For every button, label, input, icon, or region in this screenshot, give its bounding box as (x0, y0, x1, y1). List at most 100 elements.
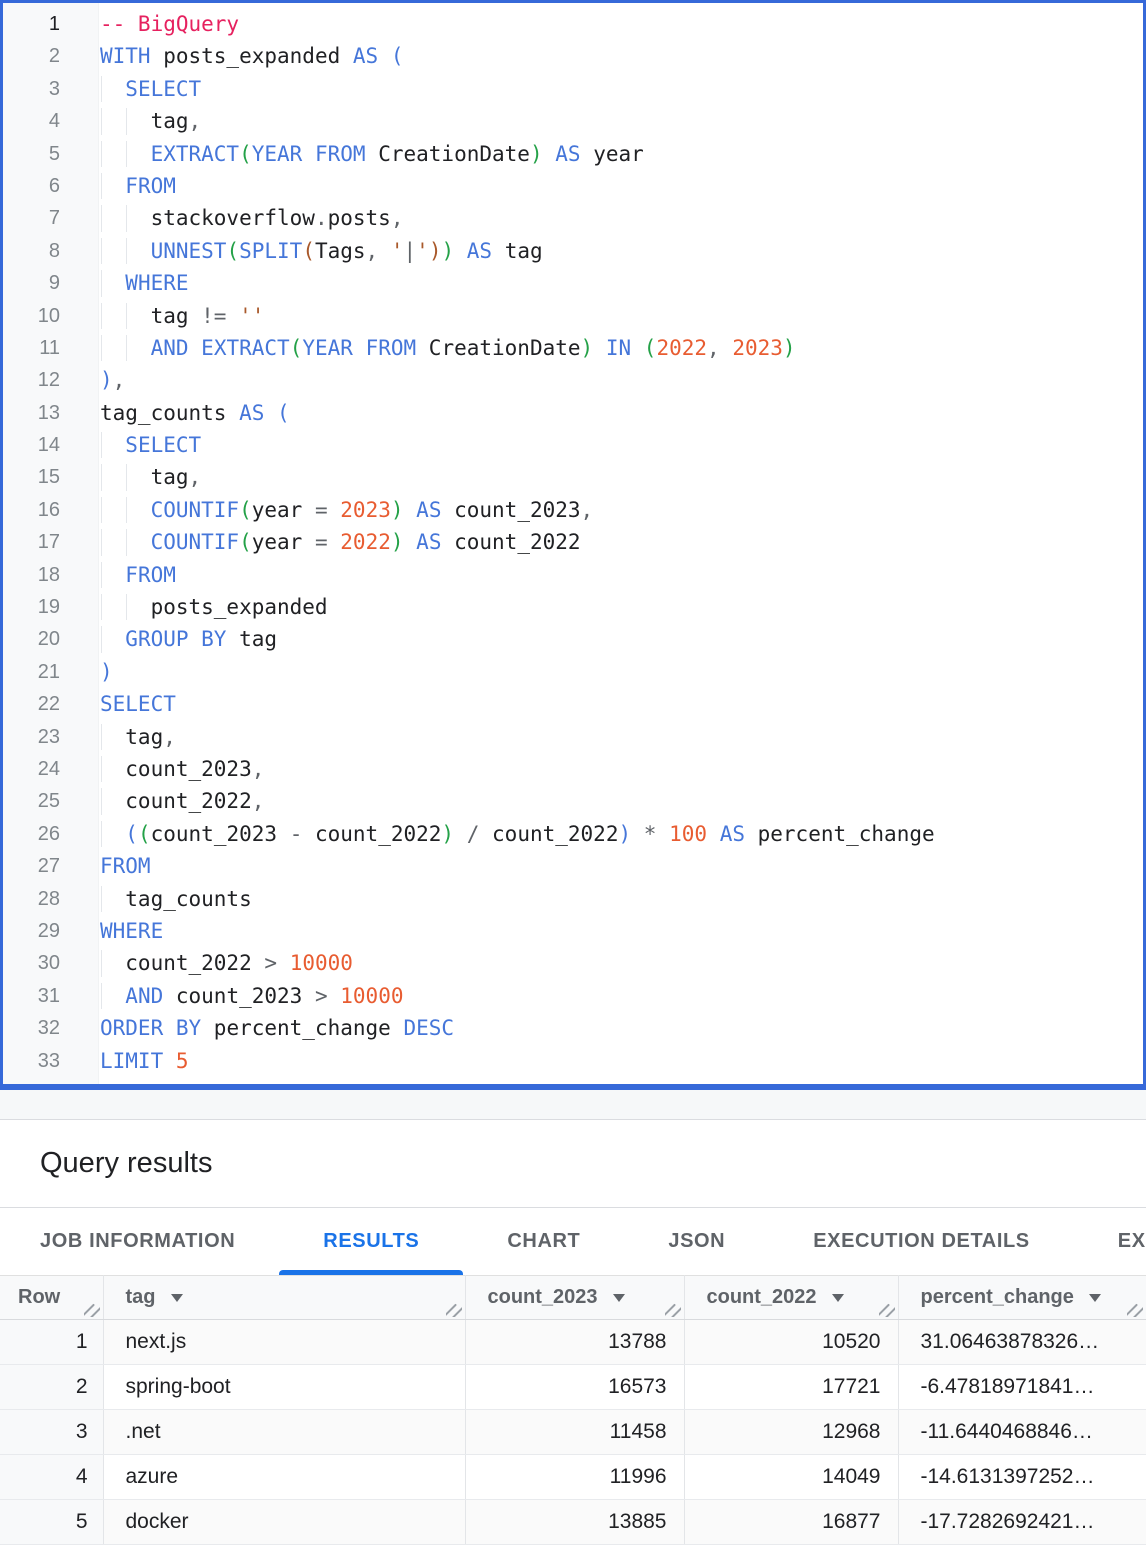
cell-count_2023: 11996 (465, 1455, 684, 1500)
indent-guide (126, 108, 127, 134)
tab-json[interactable]: JSON (624, 1208, 769, 1275)
code-line-text: count_2022 > 10000 (98, 947, 1143, 979)
tab-execution-details[interactable]: EXECUTION DETAILS (769, 1208, 1074, 1275)
code-line: 4 tag, (3, 105, 1143, 137)
code-line-text: ), (98, 364, 1143, 396)
code-line: 26 ((count_2023 - count_2022) / count_20… (3, 818, 1143, 850)
divider-band (0, 1090, 1146, 1120)
indent-guide (101, 756, 102, 782)
results-table-header: Rowtagcount_2023count_2022percent_change (0, 1276, 1146, 1320)
line-number: 13 (3, 397, 98, 429)
tab-execution-graph[interactable]: EXECUTION GRAPH (1074, 1208, 1146, 1275)
cell-count_2022: 16877 (684, 1500, 898, 1545)
line-number: 11 (3, 332, 98, 364)
code-line-text: SELECT (98, 73, 1143, 105)
column-header-row[interactable]: Row (0, 1276, 103, 1320)
column-resize-grip[interactable] (665, 1302, 681, 1317)
line-number: 3 (3, 73, 98, 105)
indent-guide (101, 562, 102, 588)
column-resize-grip[interactable] (446, 1302, 462, 1317)
column-menu-icon[interactable] (832, 1294, 844, 1302)
code-line-text: tag, (98, 721, 1143, 753)
cell-count_2022: 14049 (684, 1455, 898, 1500)
code-line-text: WITH posts_expanded AS ( (98, 40, 1143, 72)
tab-chart[interactable]: CHART (463, 1208, 624, 1275)
column-header-tag[interactable]: tag (103, 1276, 465, 1320)
line-number: 1 (3, 8, 98, 40)
indent-guide (101, 594, 102, 620)
indent-guide (101, 626, 102, 652)
code-line: 22SELECT (3, 688, 1143, 720)
code-line: 7 stackoverflow.posts, (3, 202, 1143, 234)
line-number: 26 (3, 818, 98, 850)
code-line-text: WHERE (98, 267, 1143, 299)
line-number: 24 (3, 753, 98, 785)
code-line: 25 count_2022, (3, 785, 1143, 817)
code-line: 32ORDER BY percent_change DESC (3, 1012, 1143, 1044)
tab-job-information[interactable]: JOB INFORMATION (0, 1208, 279, 1275)
line-number: 31 (3, 980, 98, 1012)
code-line: 33LIMIT 5 (3, 1045, 1143, 1077)
column-header-count_2022[interactable]: count_2022 (684, 1276, 898, 1320)
tab-results[interactable]: RESULTS (279, 1208, 463, 1275)
column-header-percent_change[interactable]: percent_change (898, 1276, 1146, 1320)
cell-count_2023: 16573 (465, 1365, 684, 1410)
table-row: 3.net1145812968-11.6440468846… (0, 1410, 1146, 1455)
cell-tag: .net (103, 1410, 465, 1455)
indent-guide (101, 983, 102, 1009)
code-line-text: ((count_2023 - count_2022) / count_2022)… (98, 818, 1143, 850)
table-row: 5docker1388516877-17.7282692421… (0, 1500, 1146, 1545)
column-resize-grip[interactable] (1127, 1302, 1143, 1317)
cell-count_2023: 13885 (465, 1500, 684, 1545)
code-line: 18 FROM (3, 559, 1143, 591)
cell-percent_change: -6.47818971841… (898, 1365, 1146, 1410)
code-line: 20 GROUP BY tag (3, 623, 1143, 655)
cell-count_2023: 13788 (465, 1320, 684, 1365)
line-number: 23 (3, 721, 98, 753)
column-resize-grip[interactable] (84, 1302, 100, 1317)
indent-guide (101, 497, 102, 523)
column-header-count_2023[interactable]: count_2023 (465, 1276, 684, 1320)
column-menu-icon[interactable] (171, 1294, 183, 1302)
line-number: 16 (3, 494, 98, 526)
code-line-text: -- BigQuery (98, 8, 1143, 40)
code-line: 30 count_2022 > 10000 (3, 947, 1143, 979)
cell-row: 2 (0, 1365, 103, 1410)
sql-editor[interactable]: 1-- BigQuery2WITH posts_expanded AS (3 S… (0, 0, 1146, 1090)
code-line-text: WHERE (98, 915, 1143, 947)
indent-guide (101, 886, 102, 912)
cell-row: 5 (0, 1500, 103, 1545)
line-number: 20 (3, 623, 98, 655)
indent-guide (126, 141, 127, 167)
cell-count_2022: 12968 (684, 1410, 898, 1455)
code-line-text: AND count_2023 > 10000 (98, 980, 1143, 1012)
indent-guide (126, 497, 127, 523)
line-number: 4 (3, 105, 98, 137)
indent-guide (101, 788, 102, 814)
code-line: 28 tag_counts (3, 883, 1143, 915)
code-line-text: ORDER BY percent_change DESC (98, 1012, 1143, 1044)
code-line: 19 posts_expanded (3, 591, 1143, 623)
panel-header: Query results (0, 1120, 1146, 1208)
code-line-text: count_2022, (98, 785, 1143, 817)
cell-count_2023: 11458 (465, 1410, 684, 1455)
code-line: 12), (3, 364, 1143, 396)
line-number: 22 (3, 688, 98, 720)
column-menu-icon[interactable] (613, 1294, 625, 1302)
column-menu-icon[interactable] (1089, 1294, 1101, 1302)
indent-guide (101, 335, 102, 361)
code-line-text: GROUP BY tag (98, 623, 1143, 655)
line-number: 19 (3, 591, 98, 623)
indent-guide (126, 464, 127, 490)
line-number: 17 (3, 526, 98, 558)
code-line-text: SELECT (98, 429, 1143, 461)
column-resize-grip[interactable] (879, 1302, 895, 1317)
code-line-text: tag, (98, 105, 1143, 137)
cell-count_2022: 10520 (684, 1320, 898, 1365)
line-number: 27 (3, 850, 98, 882)
code-line: 9 WHERE (3, 267, 1143, 299)
code-line-text: stackoverflow.posts, (98, 202, 1143, 234)
header-row: Rowtagcount_2023count_2022percent_change (0, 1276, 1146, 1320)
line-number: 9 (3, 267, 98, 299)
code-line-text: EXTRACT(YEAR FROM CreationDate) AS year (98, 138, 1143, 170)
